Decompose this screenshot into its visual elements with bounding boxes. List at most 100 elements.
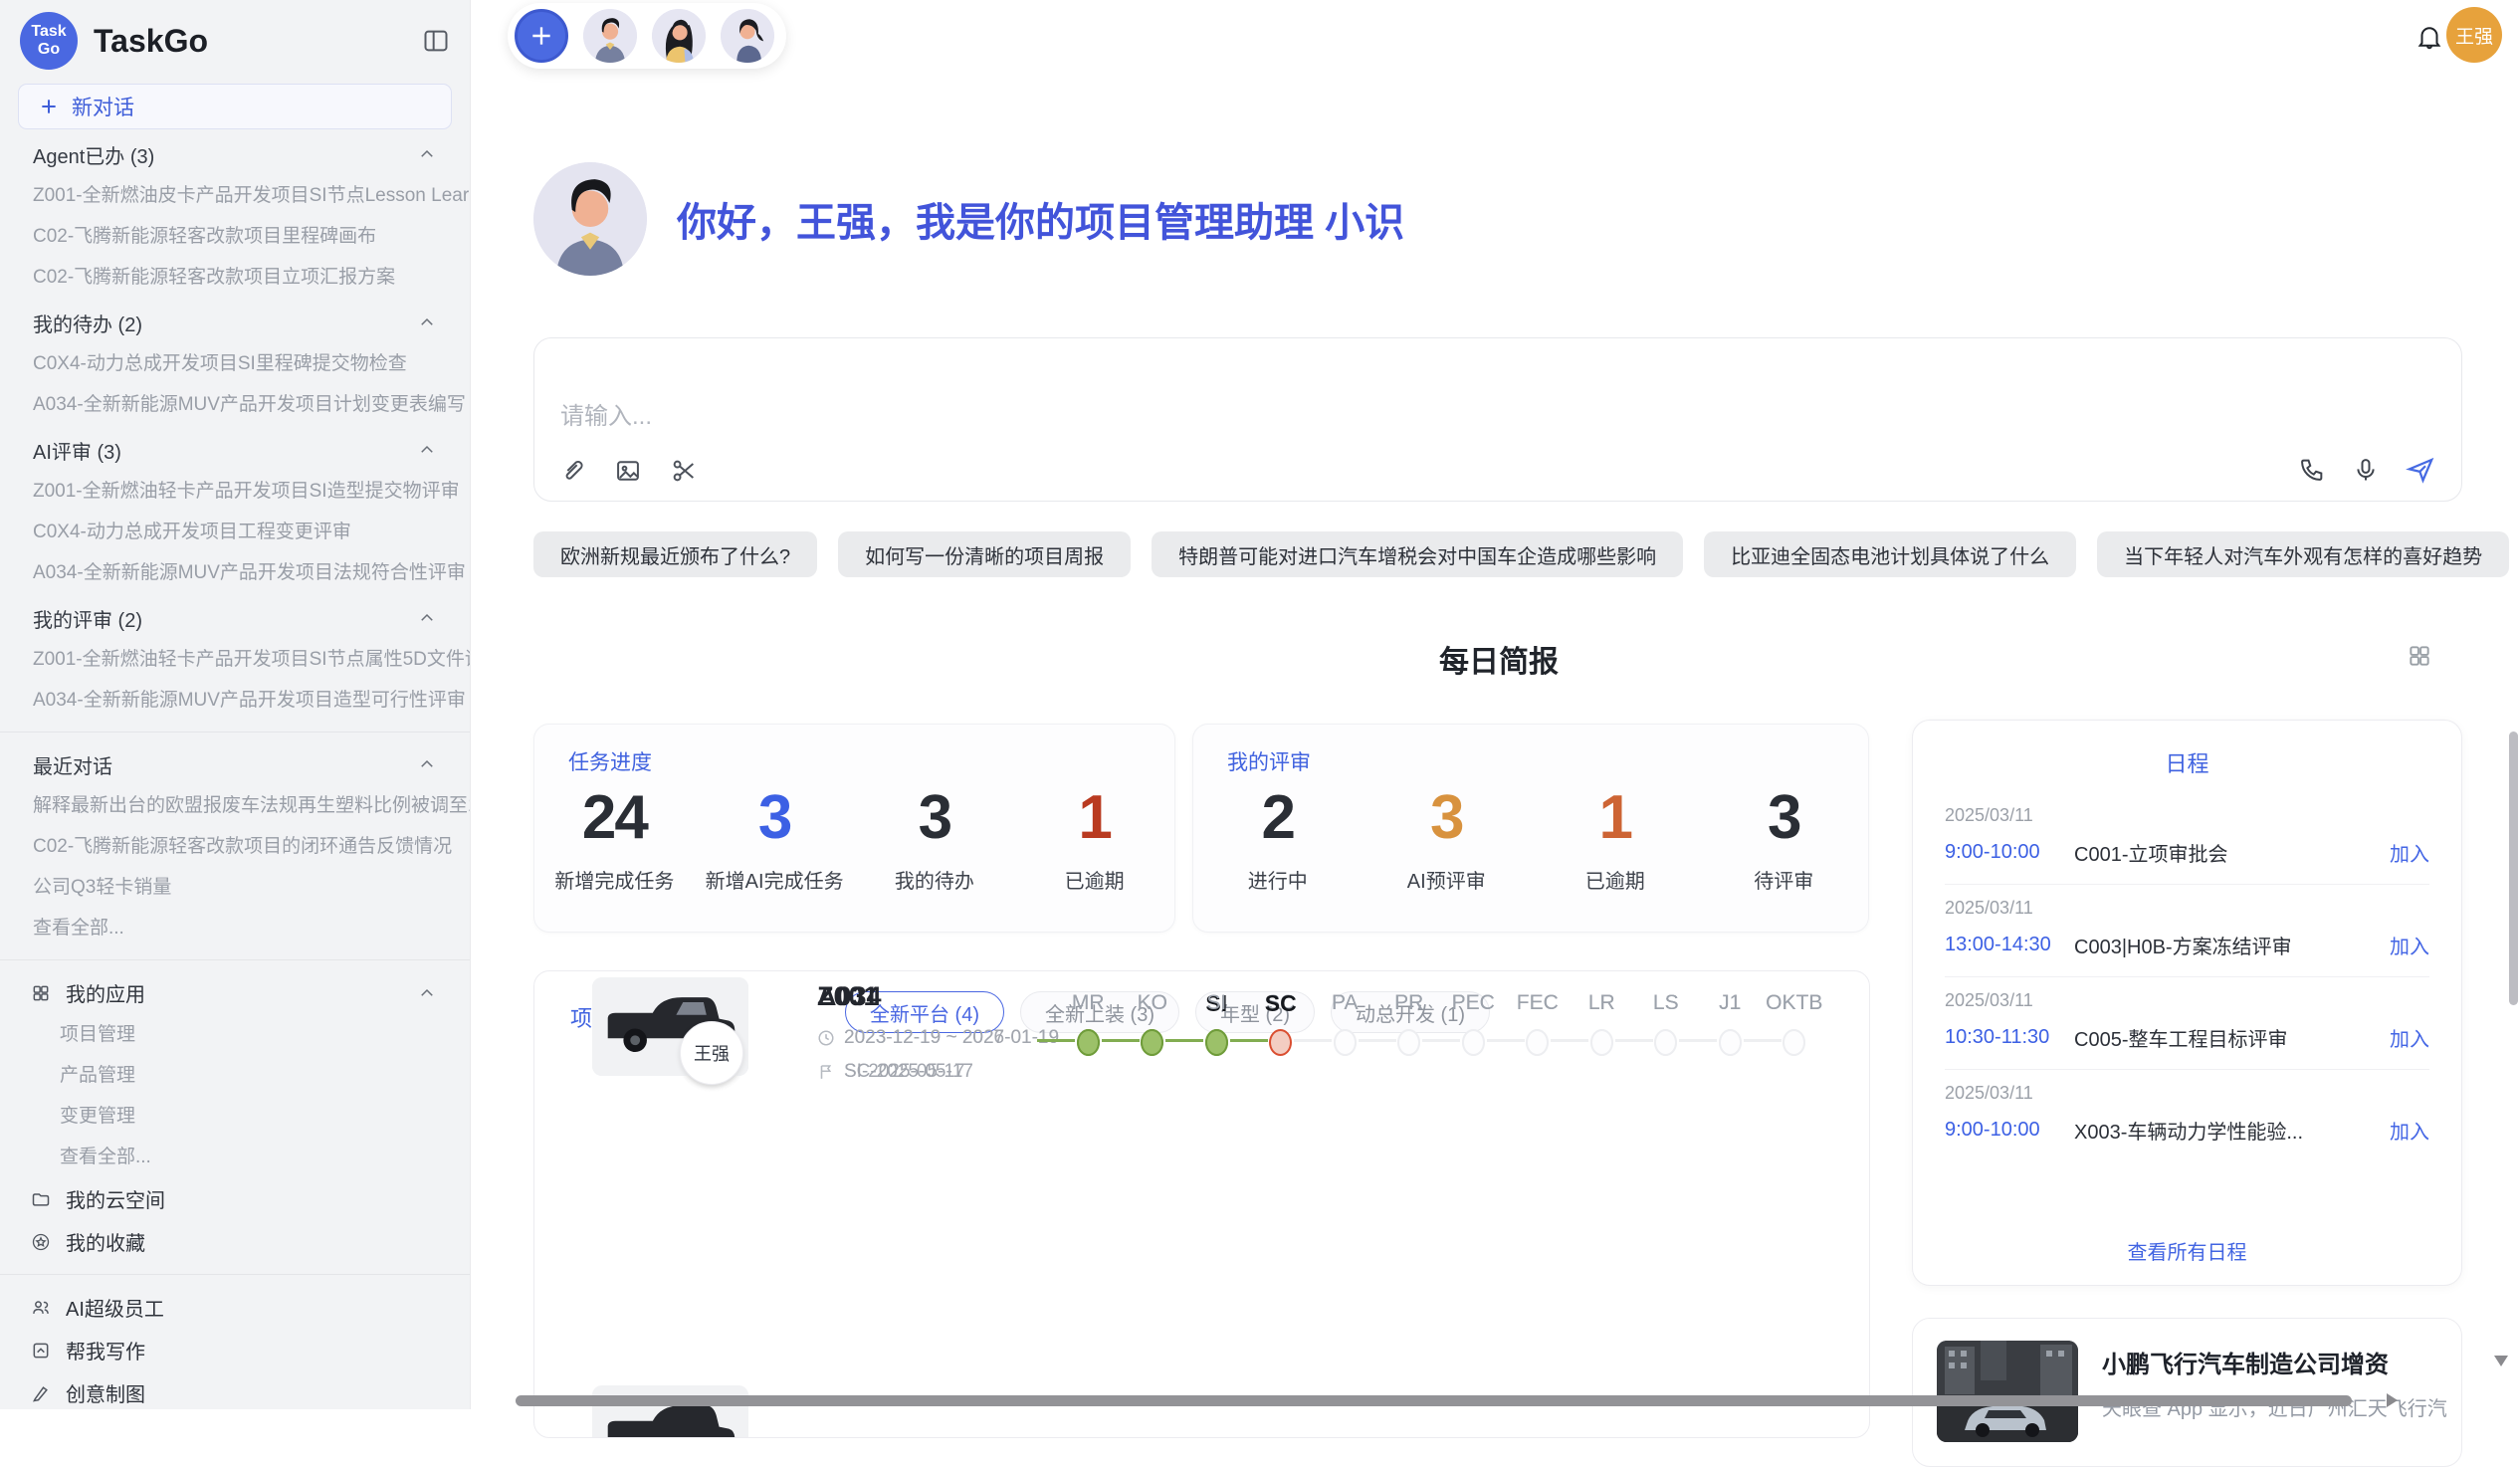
- suggestion-chips: 欧洲新规最近颁布了什么? 如何写一份清晰的项目周报特朗普可能对进口汽车增税会对中国…: [533, 531, 2464, 577]
- stat: 3 我的待办: [855, 782, 1015, 894]
- user-avatar[interactable]: 王强: [2446, 7, 2502, 63]
- cloud-folder-icon: [31, 1189, 51, 1209]
- recent-chat-item[interactable]: 公司Q3轻卡销量: [0, 867, 470, 908]
- scroll-right-arrow-icon[interactable]: [2387, 1393, 2398, 1407]
- suggestion-chip[interactable]: 欧洲新规最近颁布了什么?: [533, 531, 817, 577]
- flag-icon: [817, 1063, 835, 1081]
- suggestion-chip[interactable]: 如何写一份清晰的项目周报: [838, 531, 1131, 577]
- project-dates: 2023-12-19 ~ 2026-01-19: [817, 1027, 1059, 1049]
- chevron-up-icon[interactable]: [418, 441, 436, 459]
- attachment-icon[interactable]: [558, 457, 586, 485]
- milestone-label: LR: [1570, 987, 1634, 1019]
- stat-value: 1: [1531, 782, 1700, 853]
- sidebar-item-cloud-space[interactable]: 我的云空间: [0, 1177, 470, 1220]
- stat: 1 已逾期: [1014, 782, 1174, 894]
- app-items: 项目管理产品管理变更管理查看全部...: [0, 1014, 470, 1177]
- sidebar-item[interactable]: Z001-全新燃油轻卡产品开发项目SI节点属性5D文件评审: [0, 639, 470, 680]
- join-link[interactable]: 加入: [2390, 838, 2429, 867]
- chevron-up-icon[interactable]: [418, 145, 436, 163]
- phone-icon[interactable]: [2298, 456, 2326, 484]
- sidebar-item-ai-staff[interactable]: AI超级员工: [0, 1286, 470, 1329]
- sidebar-item[interactable]: C0X4-动力总成开发项目工程变更评审: [0, 512, 470, 552]
- teammate-avatar[interactable]: [652, 9, 706, 63]
- milestone-dot: [1141, 1029, 1163, 1056]
- sidebar-item[interactable]: Z001-全新燃油皮卡产品开发项目SI节点Lesson Learn报告: [0, 175, 470, 216]
- join-link[interactable]: 加入: [2390, 931, 2429, 959]
- app-item[interactable]: 项目管理: [0, 1014, 470, 1055]
- view-all-schedule-link[interactable]: 查看所有日程: [1913, 1236, 2461, 1265]
- suggestion-chip[interactable]: 当下年轻人对汽车外观有怎样的喜好趋势: [2097, 531, 2509, 577]
- layout-grid-icon[interactable]: [2407, 643, 2432, 669]
- sidebar-item[interactable]: C02-飞腾新能源轻客改款项目立项汇报方案: [0, 257, 470, 298]
- sidebar-item-favorites[interactable]: 我的收藏: [0, 1220, 470, 1263]
- teammate-avatar[interactable]: [721, 9, 774, 63]
- recent-chat-item[interactable]: C02-飞腾新能源轻客改款项目的闭环通告反馈情况: [0, 826, 470, 867]
- milestone-node: J1: [1698, 987, 1763, 1056]
- owner-name: 王强: [694, 1040, 730, 1066]
- app-item[interactable]: 变更管理: [0, 1096, 470, 1137]
- suggestion-chip[interactable]: 特朗普可能对进口汽车增税会对中国车企造成哪些影响: [1152, 531, 1683, 577]
- sidebar-item[interactable]: A034-全新新能源MUV产品开发项目法规符合性评审: [0, 552, 470, 593]
- sidebar-item-my-apps[interactable]: 我的应用: [0, 971, 470, 1014]
- scroll-down-arrow-icon[interactable]: [2494, 1356, 2508, 1366]
- people-icon: [31, 1298, 51, 1318]
- event-time: 9:00-10:00: [1945, 841, 2066, 864]
- join-link[interactable]: 加入: [2390, 1116, 2429, 1145]
- sidebar-section-header[interactable]: 我的评审 (2): [0, 597, 470, 639]
- event-date: 2025/03/11: [1945, 1083, 2429, 1104]
- project-owner-badge: 王强: [680, 1021, 743, 1085]
- sidebar-section-header[interactable]: Agent已办 (3): [0, 133, 470, 175]
- vertical-scrollbar-thumb[interactable]: [2509, 732, 2518, 1005]
- chevron-up-icon[interactable]: [418, 755, 436, 773]
- sidebar-item[interactable]: A034-全新新能源MUV产品开发项目计划变更表编写: [0, 384, 470, 425]
- schedule-card: 日程 2025/03/11 9:00-10:00 C001-立项审批会 加入 2…: [1912, 720, 2462, 1286]
- new-chat-button[interactable]: 新对话: [18, 84, 452, 129]
- sidebar-section-header[interactable]: 我的待办 (2): [0, 302, 470, 343]
- sidebar-item-writing[interactable]: 帮我写作: [0, 1329, 470, 1371]
- recent-chat-item[interactable]: 查看全部...: [0, 908, 470, 948]
- milestone-label: MR: [1056, 987, 1121, 1019]
- milestone-node: PEC: [1441, 987, 1506, 1056]
- project-milestone-date: SC-2025-05-17: [844, 1061, 973, 1083]
- suggestion-chip[interactable]: 比亚迪全固态电池计划具体说了什么: [1704, 531, 2076, 577]
- stat: 24 新增完成任务: [534, 782, 695, 894]
- send-icon[interactable]: [2406, 455, 2435, 485]
- sidebar-section-header[interactable]: AI评审 (3): [0, 429, 470, 471]
- chevron-up-icon[interactable]: [418, 609, 436, 627]
- project-row[interactable]: 王强 A034 2023-12-19 ~ 2026-01-19: [534, 971, 1869, 1131]
- milestone-dot: [1397, 1029, 1420, 1056]
- section-items: Z001-全新燃油轻卡产品开发项目SI造型提交物评审C0X4-动力总成开发项目工…: [0, 471, 470, 593]
- microphone-icon[interactable]: [2352, 456, 2380, 484]
- sidebar-item[interactable]: C02-飞腾新能源轻客改款项目里程碑画布: [0, 216, 470, 257]
- sidebar-section-header-recent[interactable]: 最近对话: [0, 743, 470, 785]
- join-link[interactable]: 加入: [2390, 1023, 2429, 1052]
- chevron-up-icon[interactable]: [418, 984, 436, 1002]
- teammate-avatar[interactable]: [583, 9, 637, 63]
- event-name: X003-车辆动力学性能验...: [2074, 1116, 2380, 1145]
- milestone-dot: [1783, 1029, 1805, 1056]
- milestone-dot: [1205, 1029, 1228, 1056]
- chevron-up-icon[interactable]: [418, 314, 436, 331]
- sidebar-item[interactable]: A034-全新新能源MUV产品开发项目造型可行性评审: [0, 680, 470, 721]
- stat: 3 新增AI完成任务: [695, 782, 855, 894]
- milestone-label: J1: [1698, 987, 1763, 1019]
- sidebar-item[interactable]: Z001-全新燃油轻卡产品开发项目SI造型提交物评审: [0, 471, 470, 512]
- recent-chat-item[interactable]: 解释最新出台的欧盟报废车法规再生塑料比例被调至15%...: [0, 785, 470, 826]
- horizontal-scrollbar-thumb[interactable]: [516, 1395, 2352, 1406]
- project-flag: SC-2025-05-17: [817, 1061, 973, 1083]
- collapse-sidebar-icon[interactable]: [422, 27, 450, 55]
- sidebar-item-creative-drawing[interactable]: 创意制图: [0, 1371, 470, 1409]
- schedule-event: 2025/03/11 13:00-14:30 C003|H0B-方案冻结评审 加…: [1945, 885, 2429, 977]
- image-icon[interactable]: [614, 457, 642, 485]
- sidebar-item[interactable]: C0X4-动力总成开发项目SI里程碑提交物检查: [0, 343, 470, 384]
- schedule-event: 2025/03/11 9:00-10:00 X003-车辆动力学性能验... 加…: [1945, 1070, 2429, 1161]
- app-item[interactable]: 查看全部...: [0, 1137, 470, 1177]
- news-card[interactable]: 小鹏飞行汽车制造公司增资 天眼查 App 显示，近日广州汇天飞行汽: [1912, 1318, 2462, 1467]
- scissors-icon[interactable]: [670, 457, 698, 485]
- add-teammate-button[interactable]: [515, 9, 568, 63]
- chat-input-box[interactable]: 请输入...: [533, 337, 2462, 502]
- stat-label: AI预评审: [1363, 865, 1532, 894]
- divider: [0, 959, 470, 960]
- app-item[interactable]: 产品管理: [0, 1055, 470, 1096]
- notification-bell-icon[interactable]: [2415, 22, 2444, 52]
